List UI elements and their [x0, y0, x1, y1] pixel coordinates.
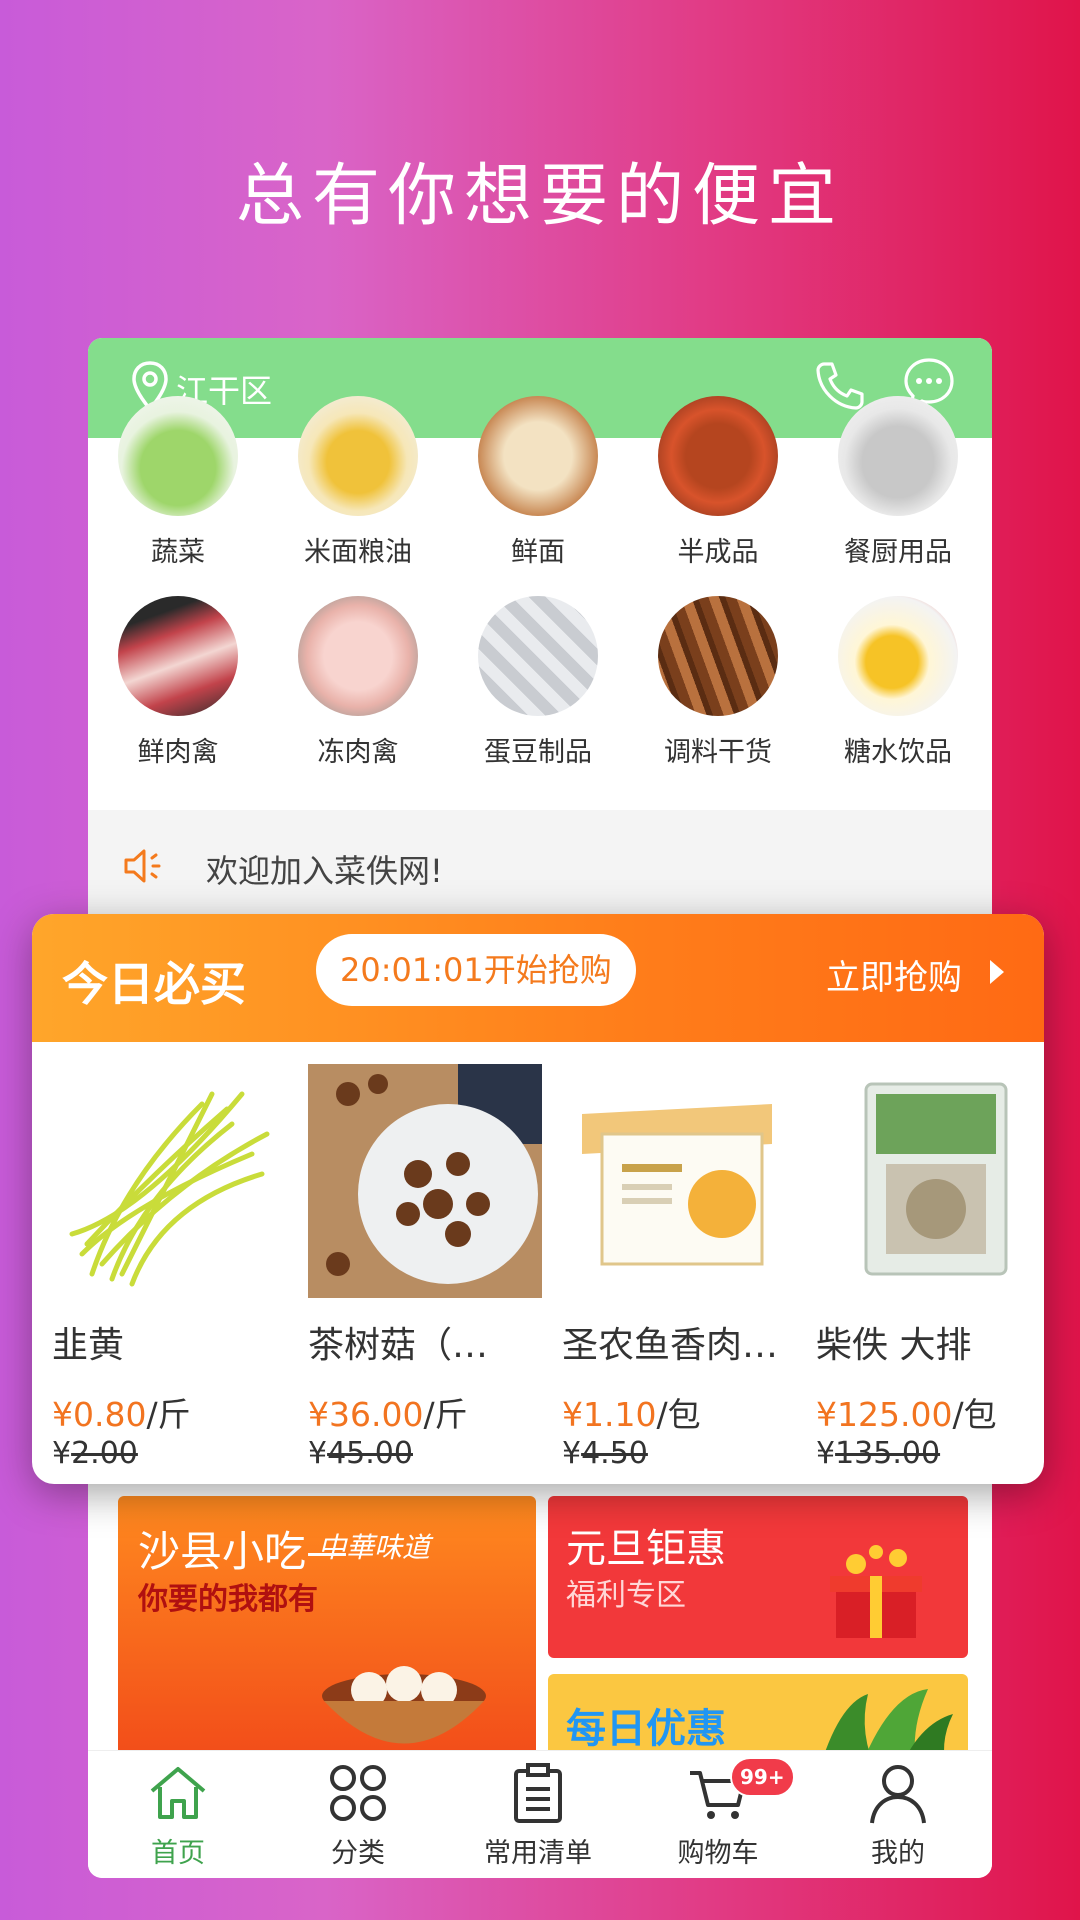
speaker-icon — [124, 849, 161, 883]
tab-label: 购物车 — [677, 1838, 759, 1869]
category-frozen-meat[interactable]: 冻肉禽 — [268, 596, 448, 769]
category-label: 餐厨用品 — [844, 537, 952, 568]
cart-badge: 99+ — [730, 1757, 795, 1797]
category-image — [118, 596, 238, 716]
user-icon — [870, 1765, 926, 1824]
clipboard-icon — [514, 1763, 562, 1823]
product-old-price: ¥4.50 — [562, 1436, 648, 1471]
category-egg-tofu[interactable]: 蛋豆制品 — [448, 596, 628, 769]
product-image — [562, 1064, 796, 1298]
food-bowl-image — [322, 1666, 486, 1744]
category-label: 蔬菜 — [151, 537, 205, 568]
category-image — [658, 596, 778, 716]
product-old-price: ¥2.00 — [52, 1436, 138, 1471]
product-image — [816, 1064, 1044, 1298]
tab-label: 分类 — [331, 1838, 385, 1869]
category-image — [838, 396, 958, 516]
product-card[interactable]: 圣农鱼香肉… ¥1.10/包 ¥4.50 — [562, 1064, 802, 1471]
category-label: 调料干货 — [664, 737, 772, 768]
notice-bar[interactable]: 欢迎加入菜佚网! — [88, 810, 992, 920]
countdown-pill: 20:01:01开始抢购 — [316, 934, 636, 1006]
product-price: ¥0.80/斤 — [52, 1395, 191, 1434]
category-drinks[interactable]: 糖水饮品 — [808, 596, 988, 769]
product-card[interactable]: 韭黄 ¥0.80/斤 ¥2.00 — [52, 1064, 292, 1471]
category-noodles[interactable]: 鲜面 — [448, 396, 628, 569]
tab-label: 常用清单 — [484, 1838, 592, 1869]
promo-title: 沙县小吃— — [138, 1527, 349, 1576]
tab-shopping-list[interactable]: 常用清单 — [448, 1761, 628, 1870]
product-card[interactable]: 茶树菇（… ¥36.00/斤 ¥45.00 — [308, 1064, 548, 1471]
category-label: 蛋豆制品 — [484, 737, 592, 768]
product-card[interactable]: 柴佚 大排 ¥125.00/包 ¥135.00 — [816, 1064, 1044, 1471]
arrow-right-icon[interactable] — [986, 956, 1008, 988]
tab-mine[interactable]: 我的 — [808, 1761, 988, 1870]
category-fresh-meat[interactable]: 鲜肉禽 — [88, 596, 268, 769]
notice-text: 欢迎加入菜佚网! — [206, 852, 443, 890]
category-image — [478, 396, 598, 516]
category-label: 米面粮油 — [304, 537, 412, 568]
category-kitchenware[interactable]: 餐厨用品 — [808, 396, 988, 569]
product-image — [308, 1064, 542, 1298]
product-name: 韭黄 — [52, 1325, 125, 1366]
buy-now-link[interactable]: 立即抢购 — [826, 950, 962, 999]
promo-subtitle: 你要的我都有 — [138, 1582, 318, 1617]
category-image — [298, 596, 418, 716]
product-price: ¥36.00/斤 — [308, 1395, 468, 1434]
product-name: 圣农鱼香肉… — [562, 1325, 779, 1366]
product-old-price: ¥135.00 — [816, 1436, 941, 1471]
gift-box-image — [830, 1545, 922, 1638]
product-image — [52, 1064, 286, 1298]
tab-label: 我的 — [871, 1838, 925, 1869]
category-label: 半成品 — [677, 537, 759, 568]
category-image — [658, 396, 778, 516]
product-price: ¥1.10/包 — [562, 1395, 701, 1434]
grid-icon — [330, 1765, 386, 1821]
product-price: ¥125.00/包 — [816, 1395, 997, 1434]
category-image — [478, 596, 598, 716]
category-image — [118, 396, 238, 516]
deal-header: 今日必买 20:01:01开始抢购 立即抢购 — [32, 914, 1044, 1042]
category-rice-oil[interactable]: 米面粮油 — [268, 396, 448, 569]
category-label: 鲜面 — [511, 537, 565, 568]
promo-banner-shaxian[interactable]: 沙县小吃— 中華味道 你要的我都有 — [118, 1496, 536, 1756]
promo-tag: 中華味道 — [318, 1531, 431, 1564]
tab-category[interactable]: 分类 — [268, 1761, 448, 1870]
category-label: 冻肉禽 — [317, 737, 399, 768]
category-grid: 蔬菜 米面粮油 鲜面 半成品 餐厨用品 鲜肉禽 冻肉禽 蛋豆制品 调料干货 糖水… — [88, 396, 992, 808]
promo-subtitle: 福利专区 — [566, 1578, 686, 1613]
category-label: 糖水饮品 — [844, 737, 952, 768]
category-vegetables[interactable]: 蔬菜 — [88, 396, 268, 569]
tab-home[interactable]: 首页 — [88, 1761, 268, 1870]
product-name: 柴佚 大排 — [816, 1325, 972, 1366]
product-old-price: ¥45.00 — [308, 1436, 413, 1471]
tab-cart[interactable]: 99+ 购物车 — [628, 1757, 808, 1870]
headline: 总有你想要的便宜 — [235, 157, 844, 236]
promo-banner-new-year[interactable]: 元旦钜惠 福利专区 — [548, 1496, 968, 1658]
promo-title: 每日优惠 — [566, 1706, 726, 1752]
category-image — [838, 596, 958, 716]
daily-deal-card: 今日必买 20:01:01开始抢购 立即抢购 韭黄 ¥0.80/斤 ¥2.00 — [32, 914, 1044, 1484]
product-name: 茶树菇（… — [308, 1325, 489, 1366]
tab-label: 首页 — [151, 1838, 205, 1869]
category-semi-finished[interactable]: 半成品 — [628, 396, 808, 569]
category-image — [298, 396, 418, 516]
category-label: 鲜肉禽 — [137, 737, 219, 768]
bottom-tab-bar: 首页 分类 常用清单 99+ 购物车 我的 — [88, 1750, 992, 1878]
promo-title: 元旦钜惠 — [566, 1526, 726, 1572]
category-spices[interactable]: 调料干货 — [628, 596, 808, 769]
deal-title: 今日必买 — [62, 957, 246, 1011]
home-icon — [150, 1767, 206, 1819]
